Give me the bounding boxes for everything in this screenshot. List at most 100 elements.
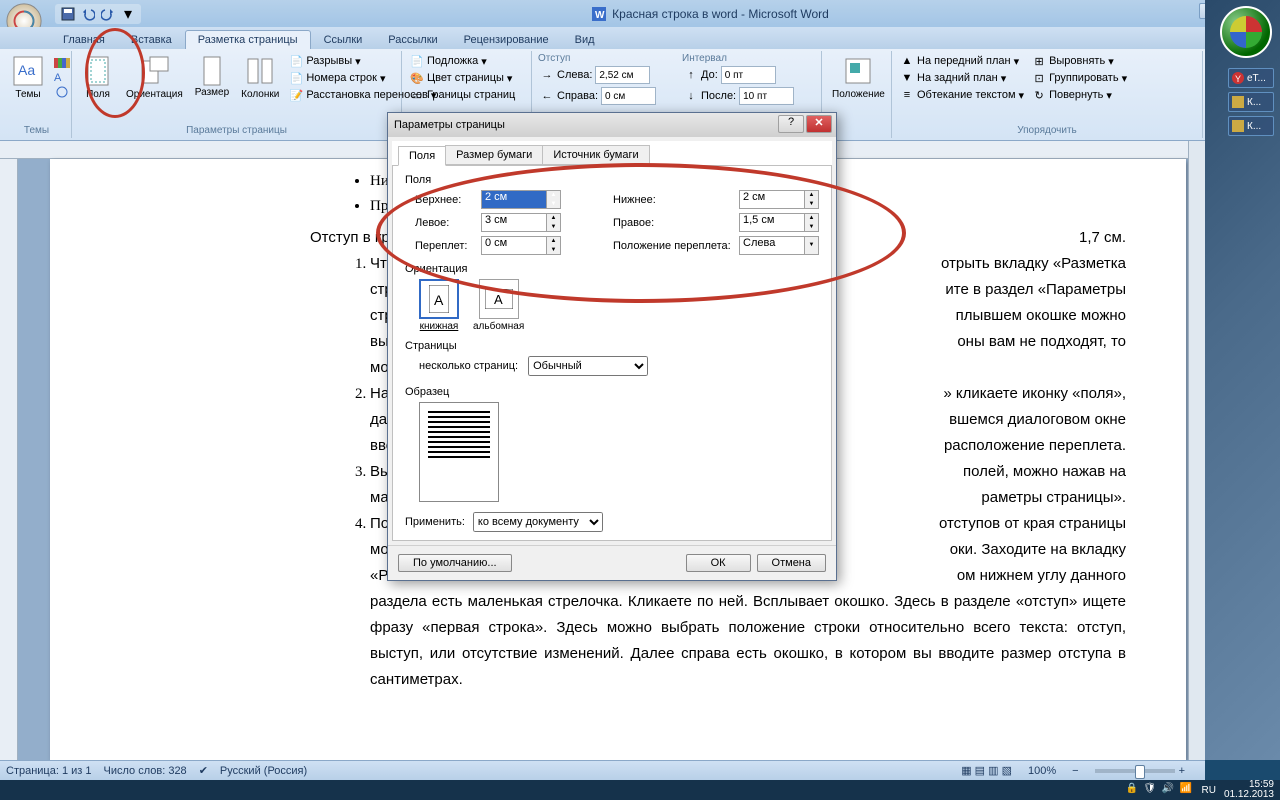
system-tray[interactable]: 🔒 🛡 🔊 📶 [1125, 783, 1193, 797]
tray-network-icon[interactable]: 📶 [1179, 783, 1193, 797]
size-button[interactable]: Размер [191, 53, 233, 100]
title-bar: ▾ W Красная строка в word - Microsoft Wo… [0, 0, 1280, 27]
label-left: Левое: [415, 217, 475, 229]
label-right: Правое: [613, 217, 733, 229]
margins-button[interactable]: Поля [78, 53, 118, 102]
page-color-button[interactable]: 🎨Цвет страницы ▾ [408, 70, 517, 86]
tray-date[interactable]: 01.12.2013 [1224, 790, 1274, 800]
taskbar-app-k2[interactable]: К... [1228, 116, 1274, 136]
select-gutter-position[interactable]: Слева▼ [739, 236, 819, 255]
vertical-ruler[interactable] [0, 159, 18, 760]
dialog-tabs: Поля Размер бумаги Источник бумаги [392, 141, 832, 166]
default-button[interactable]: По умолчанию... [398, 554, 512, 572]
status-language[interactable]: Русский (Россия) [220, 765, 307, 777]
taskbar-app-yandex[interactable]: YеТ... [1228, 68, 1274, 88]
send-back-button[interactable]: ▼На задний план ▾ [898, 70, 1026, 86]
preview-box [419, 402, 499, 502]
undo-icon[interactable] [79, 6, 97, 22]
tray-language[interactable]: RU [1201, 785, 1215, 796]
tab-references[interactable]: Ссылки [311, 30, 376, 49]
section-label-orientation: Ориентация [405, 263, 819, 275]
status-proofing-icon[interactable]: ✔ [199, 764, 208, 777]
qat-customize-icon[interactable]: ▾ [119, 6, 137, 22]
window-title: W Красная строка в word - Microsoft Word [141, 7, 1280, 21]
tab-view[interactable]: Вид [562, 30, 608, 49]
input-right-margin[interactable]: 1,5 см▲▼ [739, 213, 819, 232]
tray-icon[interactable]: 🛡 [1143, 783, 1157, 797]
ok-button[interactable]: ОК [686, 554, 751, 572]
input-bottom-margin[interactable]: 2 см▲▼ [739, 190, 819, 209]
svg-text:Aa: Aa [18, 62, 35, 78]
label-apply-to: Применить: [405, 516, 465, 528]
input-top-margin[interactable]: 2 см▲▼ [481, 190, 561, 209]
input-left-margin[interactable]: 3 см▲▼ [481, 213, 561, 232]
zoom-level[interactable]: 100% [1028, 765, 1056, 777]
tab-insert[interactable]: Вставка [118, 30, 185, 49]
zoom-controls: ▦ ▤ ▥ ▧ 100% − + [961, 764, 1197, 777]
dialog-close-button[interactable]: ✕ [806, 115, 832, 133]
tray-icon[interactable]: 🔒 [1125, 783, 1139, 797]
tab-home[interactable]: Главная [50, 30, 118, 49]
label-multiple-pages: несколько страниц: [419, 360, 518, 372]
orientation-landscape[interactable]: A альбомная [473, 279, 524, 332]
orientation-portrait[interactable]: A книжная [419, 279, 459, 332]
page-borders-button[interactable]: ▭Границы страниц [408, 87, 517, 103]
tab-page-layout[interactable]: Разметка страницы [185, 30, 311, 49]
select-multiple-pages[interactable]: Обычный [528, 356, 648, 376]
spacing-after[interactable]: ↓После:10 пт [682, 86, 812, 106]
zoom-out-button[interactable]: − [1072, 765, 1078, 777]
orientation-button[interactable]: Ориентация [122, 53, 187, 102]
tab-mailings[interactable]: Рассылки [375, 30, 450, 49]
svg-text:A: A [434, 292, 444, 308]
theme-fonts-icon[interactable]: A [52, 70, 72, 84]
zoom-slider[interactable] [1095, 769, 1175, 773]
page-setup-dialog: Параметры страницы ? ✕ Поля Размер бумаг… [387, 112, 837, 581]
align-button[interactable]: ⊞Выровнять ▾ [1030, 53, 1129, 69]
select-apply-to[interactable]: ко всему документу [473, 512, 603, 532]
windows-taskbar: 🔒 🛡 🔊 📶 RU 15:59 01.12.2013 [0, 780, 1280, 800]
position-button[interactable]: Положение [828, 53, 889, 102]
text-wrap-button[interactable]: ≡Обтекание текстом ▾ [898, 87, 1026, 103]
vertical-scrollbar[interactable] [1188, 141, 1205, 760]
taskbar-app-k1[interactable]: К... [1228, 92, 1274, 112]
columns-button[interactable]: Колонки [237, 53, 283, 102]
zoom-in-button[interactable]: + [1179, 765, 1185, 777]
status-words[interactable]: Число слов: 328 [104, 765, 187, 777]
dialog-tab-source[interactable]: Источник бумаги [542, 145, 649, 165]
ribbon-tabs: Главная Вставка Разметка страницы Ссылки… [0, 27, 1280, 49]
view-buttons[interactable]: ▦ ▤ ▥ ▧ [961, 764, 1012, 777]
bring-front-button[interactable]: ▲На передний план ▾ [898, 53, 1026, 69]
status-bar: Страница: 1 из 1 Число слов: 328 ✔ Русск… [0, 760, 1205, 780]
dialog-tab-paper[interactable]: Размер бумаги [445, 145, 543, 165]
dialog-title-bar[interactable]: Параметры страницы ? ✕ [388, 113, 836, 137]
start-button[interactable] [1220, 6, 1272, 58]
theme-effects-icon[interactable] [52, 85, 72, 99]
label-top: Верхнее: [415, 194, 475, 206]
dialog-tab-margins[interactable]: Поля [398, 146, 446, 166]
word-icon: W [592, 7, 606, 21]
themes-button[interactable]: Aa Темы [8, 53, 48, 102]
tab-review[interactable]: Рецензирование [451, 30, 562, 49]
indent-left[interactable]: →Слева:2,52 см [538, 65, 678, 85]
svg-text:A: A [494, 292, 503, 307]
section-label-pages: Страницы [405, 340, 819, 352]
label-gutter: Переплет: [415, 240, 475, 252]
tray-volume-icon[interactable]: 🔊 [1161, 783, 1175, 797]
rotate-button[interactable]: ↻Повернуть ▾ [1030, 87, 1129, 103]
quick-access-toolbar: ▾ [55, 4, 141, 24]
desktop-sidebar: YеТ... К... К... [1205, 0, 1280, 760]
dialog-help-button[interactable]: ? [778, 115, 804, 133]
section-label-preview: Образец [405, 386, 819, 398]
watermark-button[interactable]: 📄Подложка ▾ [408, 53, 517, 69]
input-gutter[interactable]: 0 см▲▼ [481, 236, 561, 255]
theme-colors-icon[interactable] [52, 57, 72, 69]
cancel-button[interactable]: Отмена [757, 554, 826, 572]
redo-icon[interactable] [99, 6, 117, 22]
spacing-before[interactable]: ↑До:0 пт [682, 65, 812, 85]
save-icon[interactable] [59, 6, 77, 22]
svg-text:W: W [595, 10, 605, 21]
group-button[interactable]: ⊡Группировать ▾ [1030, 70, 1129, 86]
office-button[interactable] [5, 2, 47, 29]
indent-right[interactable]: ←Справа:0 см [538, 86, 678, 106]
status-page[interactable]: Страница: 1 из 1 [6, 765, 92, 777]
